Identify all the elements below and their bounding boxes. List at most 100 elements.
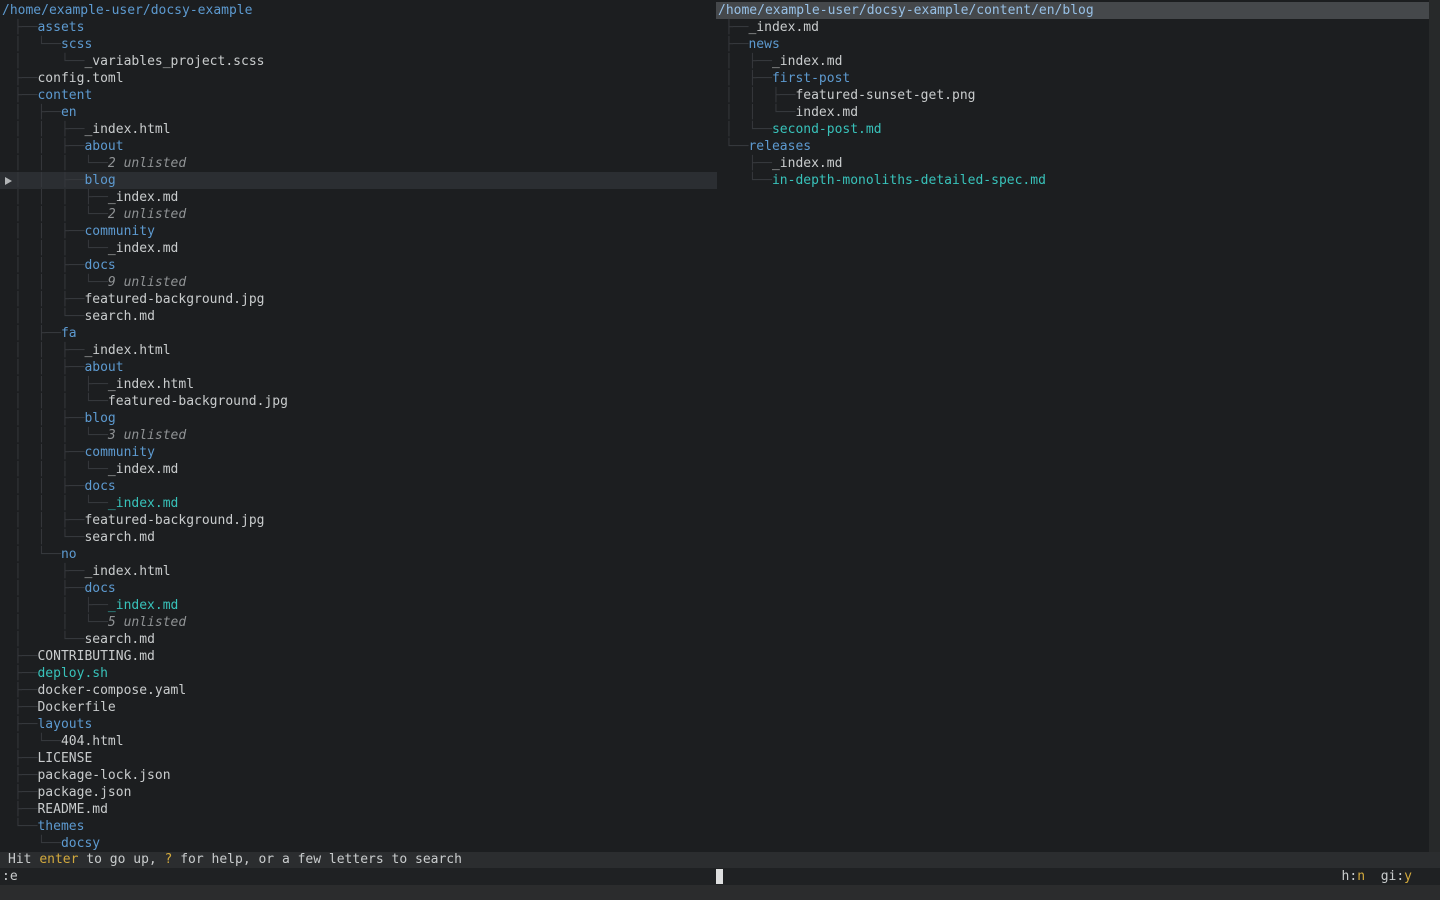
command-input-bar[interactable]: :e h:n gi:y bbox=[0, 868, 1440, 885]
tree-row[interactable]: │ ├──docs bbox=[0, 580, 717, 597]
entry-name: _index.html bbox=[84, 122, 170, 137]
tree-row[interactable]: │ │ ├──about bbox=[0, 138, 717, 155]
entry-name: themes bbox=[37, 819, 84, 834]
tree-branch: │ └── bbox=[14, 37, 61, 52]
flag-label: h: bbox=[1342, 869, 1358, 884]
tree-row[interactable]: │ │ │ └──2 unlisted bbox=[0, 206, 717, 223]
tree-row[interactable]: │ │ ├──featured-background.jpg bbox=[0, 512, 717, 529]
tree-row[interactable]: ├──_index.md bbox=[716, 155, 1440, 172]
entry-name: featured-background.jpg bbox=[84, 292, 264, 307]
tree-row[interactable]: │ └──search.md bbox=[0, 631, 717, 648]
tree-row[interactable]: │ │ ├──_index.html bbox=[0, 342, 717, 359]
tree-row[interactable]: │ │ ├──_index.md bbox=[0, 597, 717, 614]
tree-branch: ├── bbox=[14, 649, 37, 664]
tree-branch: │ │ │ └── bbox=[14, 241, 108, 256]
tree-branch: └── bbox=[14, 836, 61, 851]
tree-row[interactable]: ├──LICENSE bbox=[0, 750, 717, 767]
flag-value: y bbox=[1404, 869, 1412, 884]
tree-row[interactable]: ├──package-lock.json bbox=[0, 767, 717, 784]
tree-row[interactable]: └──releases bbox=[716, 138, 1440, 155]
tree-row[interactable]: └──docsy bbox=[0, 835, 717, 852]
tree-branch: │ │ ├── bbox=[14, 411, 84, 426]
tree-row[interactable]: │ └──second-post.md bbox=[716, 121, 1440, 138]
tree-row[interactable]: │ │ │ ├──_index.html bbox=[0, 376, 717, 393]
tree-row[interactable]: │ ├──_index.md bbox=[716, 53, 1440, 70]
tree-row[interactable]: └──themes bbox=[0, 818, 717, 835]
entry-name: 404.html bbox=[61, 734, 124, 749]
tree-branch: ├── bbox=[14, 683, 37, 698]
left-tree-rows: ├──assets│ └──scss│ └──_variables_projec… bbox=[0, 19, 717, 852]
tree-branch: ├── bbox=[14, 20, 37, 35]
tree-row[interactable]: ├──_index.md bbox=[716, 19, 1440, 36]
tree-row[interactable]: │ │ ├──docs bbox=[0, 478, 717, 495]
tree-row[interactable]: ├──layouts bbox=[0, 716, 717, 733]
tree-row[interactable]: │ │ └──search.md bbox=[0, 529, 717, 546]
status-text: to go up, bbox=[78, 852, 164, 867]
left-panel-root-path[interactable]: /home/example-user/docsy-example bbox=[0, 2, 717, 19]
tree-row[interactable]: │ │ │ ├──_index.md bbox=[0, 189, 717, 206]
selection-arrow-icon bbox=[5, 177, 12, 185]
tree-row[interactable]: │ │ └──5 unlisted bbox=[0, 614, 717, 631]
tree-row[interactable]: │ │ ├──blog bbox=[0, 172, 717, 189]
tree-row[interactable]: │ │ │ └──_index.md bbox=[0, 461, 717, 478]
tree-branch: └── bbox=[14, 819, 37, 834]
tree-row[interactable]: ├──news bbox=[716, 36, 1440, 53]
tree-row[interactable]: ├──docker-compose.yaml bbox=[0, 682, 717, 699]
tree-branch: └── bbox=[725, 173, 772, 188]
entry-name: in-depth-monoliths-detailed-spec.md bbox=[772, 173, 1046, 188]
tree-row[interactable]: │ │ ├──docs bbox=[0, 257, 717, 274]
right-edge-scrollbar-track[interactable] bbox=[1429, 0, 1440, 852]
tree-row[interactable]: ├──Dockerfile bbox=[0, 699, 717, 716]
entry-name: _index.md bbox=[748, 20, 818, 35]
tree-row[interactable]: │ │ │ └──2 unlisted bbox=[0, 155, 717, 172]
tree-row[interactable]: │ ├──fa bbox=[0, 325, 717, 342]
tree-row[interactable]: │ │ └──index.md bbox=[716, 104, 1440, 121]
right-panel-root-path[interactable]: /home/example-user/docsy-example/content… bbox=[716, 2, 1429, 19]
tree-row[interactable]: ├──CONTRIBUTING.md bbox=[0, 648, 717, 665]
tree-row[interactable]: │ │ └──search.md bbox=[0, 308, 717, 325]
bottom-margin-strip bbox=[0, 885, 1440, 900]
entry-name: content bbox=[37, 88, 92, 103]
tree-row[interactable]: │ │ │ └──_index.md bbox=[0, 495, 717, 512]
entry-name: featured-background.jpg bbox=[84, 513, 264, 528]
tree-row[interactable]: │ └──no bbox=[0, 546, 717, 563]
tree-row[interactable]: ├──README.md bbox=[0, 801, 717, 818]
entry-name: _index.md bbox=[772, 156, 842, 171]
tree-row[interactable]: ├──config.toml bbox=[0, 70, 717, 87]
entry-name: no bbox=[61, 547, 77, 562]
tree-row[interactable]: │ ├──en bbox=[0, 104, 717, 121]
tree-row[interactable]: │ │ │ └──_index.md bbox=[0, 240, 717, 257]
tree-row[interactable]: │ │ ├──community bbox=[0, 444, 717, 461]
tree-row[interactable]: └──in-depth-monoliths-detailed-spec.md bbox=[716, 172, 1440, 189]
tree-row[interactable]: │ │ ├──community bbox=[0, 223, 717, 240]
tree-row[interactable]: │ ├──_index.html bbox=[0, 563, 717, 580]
tree-row[interactable]: ├──deploy.sh bbox=[0, 665, 717, 682]
tree-row[interactable]: │ └──_variables_project.scss bbox=[0, 53, 717, 70]
tree-row[interactable]: │ │ ├──featured-sunset-get.png bbox=[716, 87, 1440, 104]
tree-row[interactable]: │ └──scss bbox=[0, 36, 717, 53]
tree-branch: ├── bbox=[14, 717, 37, 732]
tree-row[interactable]: ├──content bbox=[0, 87, 717, 104]
entry-name: scss bbox=[61, 37, 92, 52]
entry-name: featured-background.jpg bbox=[108, 394, 288, 409]
tree-row[interactable]: │ │ ├──featured-background.jpg bbox=[0, 291, 717, 308]
tree-row[interactable]: │ │ │ └──featured-background.jpg bbox=[0, 393, 717, 410]
tree-row[interactable]: │ │ │ └──3 unlisted bbox=[0, 427, 717, 444]
tree-row[interactable]: │ │ │ └──9 unlisted bbox=[0, 274, 717, 291]
tree-row[interactable]: │ │ ├──about bbox=[0, 359, 717, 376]
left-tree-panel: /home/example-user/docsy-example ├──asse… bbox=[0, 0, 717, 852]
tree-branch: ├── bbox=[14, 751, 37, 766]
tree-branch: │ ├── bbox=[14, 564, 84, 579]
entry-name: 9 unlisted bbox=[108, 275, 186, 290]
tree-branch: │ │ ├── bbox=[14, 598, 108, 613]
tree-branch: │ │ │ └── bbox=[14, 275, 108, 290]
tree-row[interactable]: │ └──404.html bbox=[0, 733, 717, 750]
tree-row[interactable]: │ ├──first-post bbox=[716, 70, 1440, 87]
tree-branch: │ │ └── bbox=[14, 530, 84, 545]
entry-name: index.md bbox=[795, 105, 858, 120]
tree-row[interactable]: ├──assets bbox=[0, 19, 717, 36]
command-input-value[interactable]: :e bbox=[2, 868, 18, 885]
tree-row[interactable]: │ │ ├──blog bbox=[0, 410, 717, 427]
tree-row[interactable]: ├──package.json bbox=[0, 784, 717, 801]
tree-row[interactable]: │ │ ├──_index.html bbox=[0, 121, 717, 138]
